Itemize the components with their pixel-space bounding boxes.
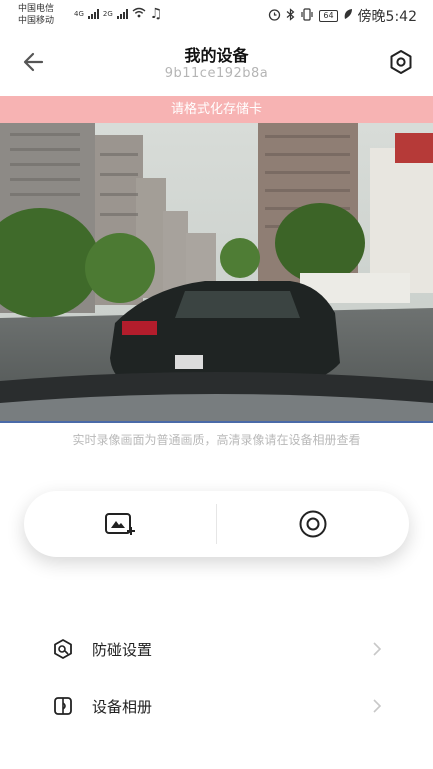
- add-photo-icon: [105, 513, 135, 535]
- network-1-label: 4G: [74, 10, 84, 18]
- video-quality-hint: 实时录像画面为普通画质，高清录像请在设备相册查看: [72, 433, 361, 447]
- clock-time: 傍晚5:42: [357, 9, 417, 25]
- capture-photo-button[interactable]: [24, 491, 216, 557]
- collision-icon: [52, 638, 74, 660]
- network-indicators: 4G 2G ♫: [74, 6, 162, 22]
- status-bar: 中国电信 中国移动 4G 2G ♫ 64 傍晚5:42: [0, 0, 433, 32]
- menu-item-collision-settings[interactable]: 防碰设置: [0, 624, 433, 676]
- device-id: 9b11ce192b8a: [164, 66, 269, 81]
- carrier-1: 中国电信: [18, 4, 55, 14]
- menu-item-label: 防碰设置: [92, 641, 153, 659]
- header: 我的设备 9b11ce192b8a: [0, 36, 433, 94]
- status-right: 64 傍晚5:42: [268, 6, 417, 26]
- leaf-icon: [343, 8, 353, 24]
- carrier-info: 中国电信 中国移动: [18, 3, 54, 27]
- vibrate-icon: [300, 7, 314, 25]
- album-icon: [52, 695, 74, 717]
- record-icon: [299, 510, 327, 538]
- dashcam-frame: [0, 123, 433, 421]
- live-video-feed[interactable]: [0, 123, 433, 423]
- bluetooth-icon: [286, 7, 295, 25]
- signal-2-icon: [116, 9, 128, 19]
- music-icon: ♫: [149, 6, 163, 22]
- chevron-right-icon: [371, 641, 383, 657]
- hexagon-gear-icon: [390, 50, 412, 74]
- alarm-icon: [268, 8, 281, 25]
- chevron-right-icon: [371, 698, 383, 714]
- format-card-banner[interactable]: 请格式化存储卡: [0, 96, 433, 123]
- menu-item-device-album[interactable]: 设备相册: [0, 681, 433, 733]
- carrier-2: 中国移动: [18, 16, 55, 26]
- signal-1-icon: [87, 9, 99, 19]
- settings-button[interactable]: [387, 48, 415, 76]
- page-title: 我的设备: [184, 46, 249, 65]
- battery-level: 64: [319, 10, 338, 22]
- action-bar: [24, 491, 409, 557]
- record-button[interactable]: [217, 491, 409, 557]
- menu-item-label: 设备相册: [92, 698, 153, 716]
- wifi-icon: [132, 7, 146, 21]
- network-2-label: 2G: [102, 10, 113, 18]
